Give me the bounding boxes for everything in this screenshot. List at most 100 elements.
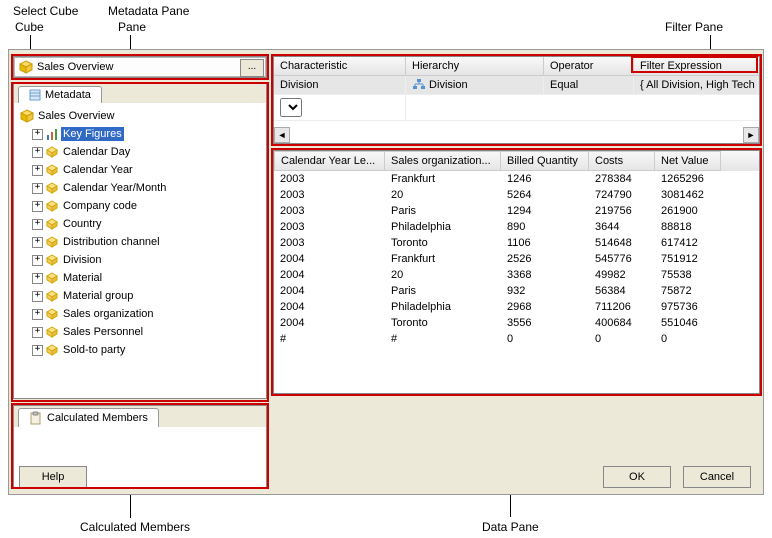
data-row[interactable]: ##000	[274, 331, 759, 347]
filter-placeholder[interactable]	[274, 95, 406, 120]
tree-item-key-figures[interactable]: + Key Figures	[18, 125, 262, 143]
data-header-cell[interactable]: Sales organization...	[385, 151, 501, 171]
metadata-tab-label: Metadata	[45, 89, 91, 101]
filter-header-cell[interactable]: Operator	[544, 57, 634, 75]
data-cell: Toronto	[385, 315, 501, 331]
tree-item-label: Sales organization	[61, 307, 156, 321]
expander-icon[interactable]: +	[32, 237, 43, 248]
tree-item[interactable]: + Calendar Year/Month	[18, 179, 262, 197]
calc-tab[interactable]: Calculated Members	[18, 408, 159, 427]
annotation-metadata-pane: Metadata Pane	[108, 4, 189, 18]
expander-icon[interactable]: +	[32, 291, 43, 302]
data-row[interactable]: 20042033684998275538	[274, 267, 759, 283]
data-cell: 1265296	[655, 171, 721, 187]
data-header-cell[interactable]: Costs	[589, 151, 655, 171]
metadata-tab[interactable]: Metadata	[18, 86, 102, 103]
data-row[interactable]: 2003Paris1294219756261900	[274, 203, 759, 219]
expander-icon[interactable]: +	[32, 219, 43, 230]
filter-cell: Equal	[544, 76, 634, 94]
tree-item[interactable]: + Country	[18, 215, 262, 233]
data-cell: 975736	[655, 299, 721, 315]
data-cell: #	[385, 331, 501, 347]
data-cell: 711206	[589, 299, 655, 315]
filter-header-cell[interactable]: Hierarchy	[406, 57, 544, 75]
data-cell: Philadelphia	[385, 299, 501, 315]
app-window: Sales Overview ... Metadata Sales Overvi…	[8, 49, 764, 495]
tree-item[interactable]: + Calendar Day	[18, 143, 262, 161]
dimension-icon	[45, 325, 59, 339]
filter-row[interactable]: Division Division Equal { All Division, …	[274, 76, 759, 95]
data-cell: 2004	[274, 299, 385, 315]
cube-selector-field[interactable]: Sales Overview	[14, 57, 266, 77]
data-cell: Frankfurt	[385, 171, 501, 187]
tree-root[interactable]: Sales Overview	[18, 107, 262, 125]
data-row[interactable]: 2004Paris9325638475872	[274, 283, 759, 299]
data-header-cell[interactable]: Calendar Year Le...	[274, 151, 385, 171]
filter-header-cell[interactable]: Filter Expression	[634, 57, 758, 75]
data-cell: 2003	[274, 235, 385, 251]
tree-item-label: Key Figures	[61, 127, 124, 141]
scroll-right-button[interactable]: ►	[743, 127, 759, 143]
data-header-row: Calendar Year Le...Sales organization...…	[274, 151, 759, 171]
tree-item[interactable]: + Sold-to party	[18, 341, 262, 359]
metadata-tree[interactable]: Sales Overview + Key Figures + Calendar …	[14, 103, 266, 395]
data-row[interactable]: 2004Philadelphia2968711206975736	[274, 299, 759, 315]
tree-item[interactable]: + Division	[18, 251, 262, 269]
cube-browse-button[interactable]: ...	[240, 59, 264, 77]
annotation-filter-pane: Filter Pane	[665, 20, 723, 34]
data-cell: 551046	[655, 315, 721, 331]
expander-icon[interactable]: +	[32, 129, 43, 140]
data-cell: 2004	[274, 283, 385, 299]
expander-icon[interactable]: +	[32, 201, 43, 212]
data-cell: 2526	[501, 251, 589, 267]
data-cell: 2004	[274, 315, 385, 331]
filter-cell: Division	[274, 76, 406, 94]
calc-tab-header: Calculated Members	[14, 406, 266, 427]
expander-icon[interactable]: +	[32, 345, 43, 356]
data-cell: Paris	[385, 283, 501, 299]
tree-item[interactable]: + Company code	[18, 197, 262, 215]
tree-item[interactable]: + Material group	[18, 287, 262, 305]
data-cell: Frankfurt	[385, 251, 501, 267]
data-row[interactable]: 2003Philadelphia890364488818	[274, 219, 759, 235]
data-row[interactable]: 20032052647247903081462	[274, 187, 759, 203]
dimension-icon	[45, 217, 59, 231]
cube-icon	[20, 109, 34, 123]
tree-item-label: Country	[61, 217, 104, 231]
expander-icon[interactable]: +	[32, 327, 43, 338]
tree-item[interactable]: + Sales organization	[18, 305, 262, 323]
tree-item-label: Distribution channel	[61, 235, 162, 249]
tree-item[interactable]: + Material	[18, 269, 262, 287]
data-row[interactable]: 2004Toronto3556400684551046	[274, 315, 759, 331]
tree-item[interactable]: + Calendar Year	[18, 161, 262, 179]
data-cell: 278384	[589, 171, 655, 187]
dimension-icon	[45, 181, 59, 195]
scroll-left-button[interactable]: ◄	[274, 127, 290, 143]
tree-item[interactable]: + Distribution channel	[18, 233, 262, 251]
tree-item[interactable]: + Sales Personnel	[18, 323, 262, 341]
data-cell: 49982	[589, 267, 655, 283]
data-cell: 514648	[589, 235, 655, 251]
data-header-cell[interactable]: Net Value	[655, 151, 721, 171]
expander-icon[interactable]: +	[32, 309, 43, 320]
expander-icon[interactable]: +	[32, 273, 43, 284]
expander-icon[interactable]: +	[32, 183, 43, 194]
dimension-icon	[45, 307, 59, 321]
expander-icon[interactable]: +	[32, 165, 43, 176]
annotation-calculated-members: Calculated Members	[80, 520, 190, 534]
data-cell: 0	[501, 331, 589, 347]
data-row[interactable]: 2003Frankfurt12462783841265296	[274, 171, 759, 187]
annotation-data-pane: Data Pane	[482, 520, 539, 534]
expander-icon[interactable]: +	[32, 255, 43, 266]
data-header-cell[interactable]: Billed Quantity	[501, 151, 589, 171]
ok-button[interactable]: OK	[603, 466, 671, 488]
data-row[interactable]: 2004Frankfurt2526545776751912	[274, 251, 759, 267]
dimension-icon	[45, 271, 59, 285]
data-cell: Philadelphia	[385, 219, 501, 235]
data-row[interactable]: 2003Toronto1106514648617412	[274, 235, 759, 251]
cancel-button[interactable]: Cancel	[683, 466, 751, 488]
filter-header-cell[interactable]: Characteristic	[274, 57, 406, 75]
filter-placeholder-row[interactable]	[274, 95, 759, 121]
help-button[interactable]: Help	[19, 466, 87, 488]
expander-icon[interactable]: +	[32, 147, 43, 158]
